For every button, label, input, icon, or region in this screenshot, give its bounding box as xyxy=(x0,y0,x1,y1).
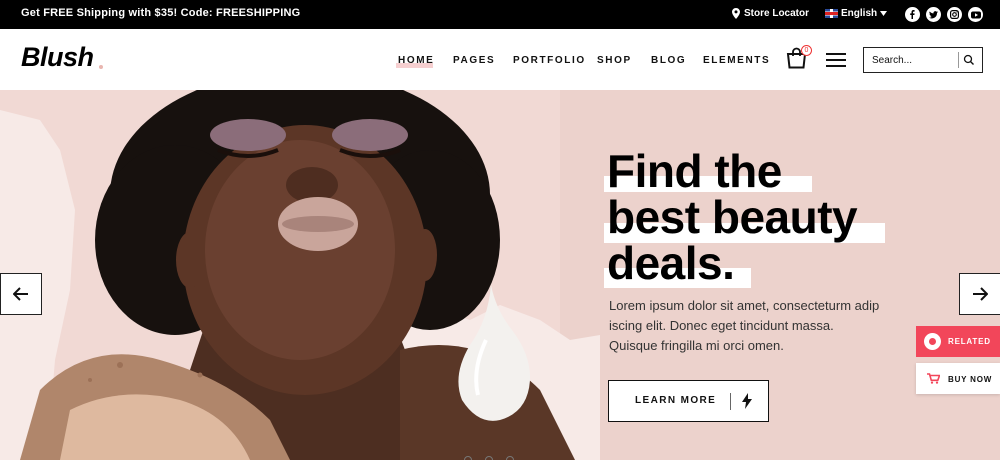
twitter-icon[interactable] xyxy=(926,7,941,22)
hero-title-line-3: deals. xyxy=(607,237,735,289)
hero-description: Lorem ipsum dolor sit amet, consecteturm… xyxy=(609,298,880,353)
search-divider xyxy=(958,52,959,68)
nav-portfolio[interactable]: PORTFOLIO xyxy=(513,55,586,66)
hero-title-line-2: best beauty xyxy=(607,191,858,243)
language-selector[interactable]: English xyxy=(825,8,888,19)
facebook-icon[interactable] xyxy=(905,7,920,22)
related-circle-icon xyxy=(924,333,941,350)
nav-blog[interactable]: BLOG xyxy=(651,55,686,66)
cart-count-badge: 0 xyxy=(801,45,812,56)
hero-slider: Find the best beauty deals. Lorem ipsum … xyxy=(0,90,1000,460)
slider-dot[interactable] xyxy=(506,456,514,460)
location-pin-icon xyxy=(732,8,740,19)
slider-dots xyxy=(464,456,514,460)
buy-now-widget-button[interactable]: BUY NOW xyxy=(916,363,1000,394)
hero-title-line-1: Find the xyxy=(607,145,782,197)
uk-flag-icon xyxy=(825,9,838,18)
arrow-right-icon xyxy=(973,287,988,301)
button-divider xyxy=(730,393,731,410)
site-header: Blush HOME PAGES PORTFOLIO SHOP BLOG ELE… xyxy=(0,29,1000,90)
buy-now-label: BUY NOW xyxy=(948,375,993,384)
instagram-icon[interactable] xyxy=(947,7,962,22)
arrow-left-icon xyxy=(13,287,28,301)
nav-pages[interactable]: PAGES xyxy=(453,55,495,66)
site-logo[interactable]: Blush xyxy=(21,42,94,73)
nav-home[interactable]: HOME xyxy=(398,55,434,66)
promo-free: FREE xyxy=(43,7,74,19)
store-locator-label: Store Locator xyxy=(744,8,810,19)
promo-code: FREESHIPPING xyxy=(216,7,301,19)
promo-middle: Shipping with $35! Code: xyxy=(73,7,217,19)
logo-dot xyxy=(99,65,103,69)
slider-prev-button[interactable] xyxy=(0,273,42,315)
hero-model-image xyxy=(0,90,600,460)
related-widget-button[interactable]: RELATED xyxy=(916,326,1000,357)
store-locator-link[interactable]: Store Locator xyxy=(732,8,809,19)
search-box xyxy=(863,47,983,73)
nav-elements[interactable]: ELEMENTS xyxy=(703,55,770,66)
slider-next-button[interactable] xyxy=(959,273,1000,315)
promo-prefix: Get xyxy=(21,7,44,19)
lightning-icon xyxy=(742,393,752,409)
slider-dot[interactable] xyxy=(464,456,472,460)
promo-text: Get FREE Shipping with $35! Code: FREESH… xyxy=(21,7,300,19)
language-label: English xyxy=(841,8,878,19)
menu-hamburger-icon[interactable] xyxy=(826,53,846,67)
related-label: RELATED xyxy=(948,337,991,346)
caret-down-icon xyxy=(880,11,888,16)
search-icon xyxy=(963,54,974,65)
search-button[interactable] xyxy=(963,53,975,71)
nav-shop[interactable]: SHOP xyxy=(597,55,632,66)
top-bar: Get FREE Shipping with $35! Code: FREESH… xyxy=(0,0,1000,29)
slider-dot[interactable] xyxy=(485,456,493,460)
youtube-icon[interactable] xyxy=(968,7,983,22)
cart-icon xyxy=(927,373,940,384)
learn-more-button[interactable]: LEARN MORE xyxy=(608,380,769,422)
search-input[interactable] xyxy=(864,48,958,72)
learn-more-label: LEARN MORE xyxy=(635,395,717,406)
